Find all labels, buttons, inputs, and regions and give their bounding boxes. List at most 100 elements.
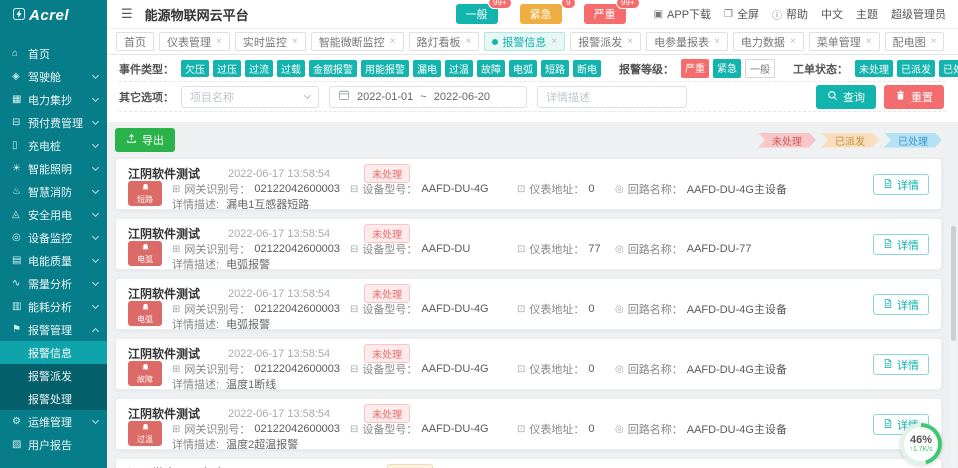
sidebar-item-label: 报警派发 bbox=[28, 368, 98, 384]
search-button[interactable]: 查询 bbox=[816, 85, 876, 109]
header-link[interactable]: 主题 bbox=[856, 6, 878, 22]
event-type-chip[interactable]: 过温 bbox=[445, 60, 473, 77]
alarm-level-chip[interactable]: 严重 bbox=[681, 59, 709, 78]
sidebar-item[interactable]: ☀ 智能照明 bbox=[0, 157, 107, 180]
gateway-id: 02122042600003 bbox=[254, 183, 340, 195]
tab[interactable]: 实时监控 × bbox=[235, 32, 306, 51]
gateway-icon: ⊞ bbox=[172, 424, 180, 435]
sidebar-item[interactable]: ▦ 电力集抄 bbox=[0, 88, 107, 111]
close-tab-icon[interactable]: × bbox=[714, 36, 720, 47]
sidebar-item-label: 报警处理 bbox=[28, 391, 98, 407]
sidebar-item[interactable]: ⚙ 运维管理 bbox=[0, 410, 107, 433]
tab[interactable]: 仪表管理 × bbox=[159, 32, 230, 51]
event-type-chip[interactable]: 断电 bbox=[573, 60, 601, 77]
header-link[interactable]: ⓘ 帮助 bbox=[772, 6, 808, 22]
detail-button[interactable]: 详情 bbox=[873, 354, 929, 375]
event-type-chip[interactable]: 金额报警 bbox=[309, 60, 357, 77]
detail-button[interactable]: 详情 bbox=[873, 174, 929, 195]
event-type-chip[interactable]: 过压 bbox=[213, 60, 241, 77]
circuit-name: AAFD-DU-4G主设备 bbox=[687, 421, 787, 437]
collapse-menu-icon[interactable]: ☰ bbox=[121, 6, 133, 22]
alarm-level-chip[interactable]: 紧急 bbox=[713, 59, 741, 78]
sidebar-item[interactable]: ▥ 能耗分析 bbox=[0, 295, 107, 318]
sidebar-item[interactable]: ∿ 需量分析 bbox=[0, 272, 107, 295]
tab[interactable]: 电参量报表 × bbox=[646, 32, 728, 51]
header-link[interactable]: ❐ 全屏 bbox=[724, 6, 759, 22]
work-status-chip[interactable]: 已派发 bbox=[897, 60, 935, 77]
scrollbar[interactable] bbox=[951, 226, 956, 468]
date-range-picker[interactable]: 2022-01-01 ~ 2022-06-20 bbox=[329, 86, 527, 108]
filter-row-types: 事件类型： 欠压过压过流过载金额报警用能报警漏电过温故障电弧短路断电 报警等级：… bbox=[119, 56, 946, 82]
event-type-chip[interactable]: 电弧 bbox=[509, 60, 537, 77]
close-tab-icon[interactable]: × bbox=[790, 36, 796, 47]
header-link-label: 超级管理员 bbox=[891, 6, 946, 22]
event-type-chip[interactable]: 故障 bbox=[477, 60, 505, 77]
performance-gauge[interactable]: 46% ↑1.7K/s bbox=[900, 423, 942, 465]
close-tab-icon[interactable]: × bbox=[931, 36, 937, 47]
project-select[interactable]: 项目名称 bbox=[181, 86, 319, 108]
tab[interactable]: 首页 × bbox=[116, 32, 154, 51]
circuit-name: AAFD-DU-4G主设备 bbox=[687, 181, 787, 197]
tab[interactable]: 菜单管理 × bbox=[809, 32, 880, 51]
description-input[interactable]: 详情描述 bbox=[537, 86, 687, 108]
event-type-chip[interactable]: 短路 bbox=[541, 60, 569, 77]
reset-button[interactable]: 重置 bbox=[884, 85, 944, 109]
other-options-label: 其它选项： bbox=[119, 89, 174, 105]
card-info-row: ⊞ 网关识别号： 02122042600003 ⊟ 设备型号： AAFD-DU-… bbox=[172, 301, 787, 317]
sidebar-item[interactable]: ⌂ 首页 bbox=[0, 42, 107, 65]
header-link[interactable]: ▣ APP下载 bbox=[654, 6, 711, 22]
project-name: 江阴软件测试 bbox=[128, 165, 200, 182]
event-type-chip[interactable]: 过载 bbox=[277, 60, 305, 77]
scrollbar-thumb[interactable] bbox=[951, 226, 956, 341]
work-status-chip[interactable]: 未处理 bbox=[855, 60, 893, 77]
alarm-type-label: 电弧 bbox=[137, 316, 153, 324]
chevron-icon bbox=[92, 72, 99, 79]
circuit-icon: ◎ bbox=[615, 244, 624, 255]
header-link[interactable]: 超级管理员 bbox=[891, 6, 946, 22]
sidebar-item[interactable]: 报警处理 bbox=[0, 387, 107, 410]
work-status-chip[interactable]: 已处理 bbox=[939, 60, 958, 77]
tab[interactable]: 报警信息 × bbox=[484, 32, 565, 51]
sidebar-item[interactable]: 报警信息 bbox=[0, 341, 107, 364]
event-type-chip[interactable]: 欠压 bbox=[181, 60, 209, 77]
alarm-counter[interactable]: 严重 99+ bbox=[584, 4, 626, 24]
sidebar-item[interactable]: 报警派发 bbox=[0, 364, 107, 387]
close-tab-icon[interactable]: × bbox=[866, 36, 872, 47]
charging-pile-icon: ▯ bbox=[12, 140, 28, 151]
sidebar-item[interactable]: ▧ 用户报告 bbox=[0, 433, 107, 456]
tab[interactable]: 智能微断监控 × bbox=[311, 32, 404, 51]
card-info-row: ⊞ 网关识别号： 02122042600003 ⊟ 设备型号： AAFD-DU-… bbox=[172, 421, 787, 437]
sidebar-item[interactable]: ⚑ 报警管理 bbox=[0, 318, 107, 341]
export-button[interactable]: 导出 bbox=[115, 128, 175, 152]
close-tab-icon[interactable]: × bbox=[292, 36, 298, 47]
close-tab-icon[interactable]: × bbox=[466, 36, 472, 47]
sidebar-item[interactable]: ⊟ 预付费管理 bbox=[0, 111, 107, 134]
close-tab-icon[interactable]: × bbox=[627, 36, 633, 47]
alarm-counter[interactable]: 一般 99+ bbox=[456, 4, 498, 24]
event-type-chip[interactable]: 用能报警 bbox=[361, 60, 409, 77]
sidebar-item[interactable]: ◎ 设备监控 bbox=[0, 226, 107, 249]
tab[interactable]: 配电图 × bbox=[885, 32, 945, 51]
calendar-icon bbox=[338, 89, 350, 104]
event-type-chip[interactable]: 漏电 bbox=[413, 60, 441, 77]
detail-button[interactable]: 详情 bbox=[873, 294, 929, 315]
close-tab-icon[interactable]: × bbox=[551, 36, 557, 47]
topbar-right: 一般 99+ 紧急 9 严重 99+ bbox=[456, 4, 946, 24]
close-tab-icon[interactable]: × bbox=[390, 36, 396, 47]
sidebar-item[interactable]: ◈ 驾驶舱 bbox=[0, 65, 107, 88]
sidebar-item[interactable]: ◬ 安全用电 bbox=[0, 203, 107, 226]
detail-button[interactable]: 详情 bbox=[873, 234, 929, 255]
header-link[interactable]: 中文 bbox=[821, 6, 843, 22]
sidebar-item[interactable]: ♨ 智慧消防 bbox=[0, 180, 107, 203]
gateway-id: 02122042600003 bbox=[254, 303, 340, 315]
event-type-chip[interactable]: 过流 bbox=[245, 60, 273, 77]
alarm-level-chip[interactable]: 一般 bbox=[745, 59, 775, 78]
sidebar-item[interactable]: ▯ 充电桩 bbox=[0, 134, 107, 157]
tab[interactable]: 路灯看板 × bbox=[409, 32, 480, 51]
tab[interactable]: 报警派发 × bbox=[570, 32, 641, 51]
sidebar-item[interactable]: ▤ 电能质量 bbox=[0, 249, 107, 272]
alarm-counter[interactable]: 紧急 9 bbox=[520, 4, 562, 24]
acrel-logo: Acrel bbox=[0, 0, 107, 30]
tab[interactable]: 电力数据 × bbox=[733, 32, 804, 51]
close-tab-icon[interactable]: × bbox=[216, 36, 222, 47]
